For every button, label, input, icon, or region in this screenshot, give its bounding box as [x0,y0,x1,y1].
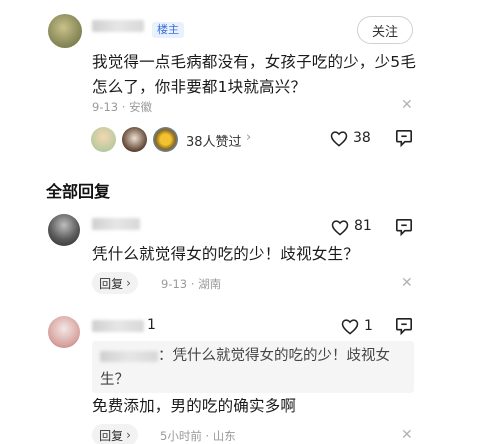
reply-text: 凭什么就觉得女的吃的少！歧视女生？ [92,245,359,263]
chevron-right-icon: › [126,428,131,442]
follow-button[interactable]: 关注 [357,16,413,44]
reply-like-count: 1 [364,318,373,334]
reply-button-label: 回复 [99,428,124,443]
section-title: 全部回复 [46,182,111,201]
reply-button-label: 回复 [99,276,124,291]
reply-avatar[interactable] [48,316,80,348]
reply-meta: 5小时前 · 山东 [160,429,236,443]
comment-icon[interactable] [395,317,413,336]
reply-location: 湖南 [198,277,222,291]
post-meta: 9-13 · 安徽 [92,100,153,114]
liker-avatar-1[interactable] [91,127,116,152]
like-icon[interactable] [330,130,348,147]
reply-text: 免费添加，男的吃的确实多啊 [92,397,297,415]
reply-button[interactable]: 回复 › [92,424,138,444]
reply-time: 5小时前 [160,429,202,443]
quoted-author-name [100,350,158,362]
like-icon[interactable] [331,219,349,236]
reply-author-name-suffix: 1 [147,317,156,333]
reply-location: 山东 [212,429,236,443]
post-date: 9-13 [92,100,119,114]
reply-date: 9-13 [161,277,188,291]
post-like-count: 38 [353,130,371,146]
comment-icon[interactable] [395,129,413,148]
reply-author-name[interactable] [92,320,144,332]
close-icon[interactable]: ✕ [401,275,413,291]
close-icon[interactable]: ✕ [401,97,413,113]
post-location: 安徽 [129,100,153,114]
post-text: 我觉得一点毛病都没有，女孩子吃的少，少5毛怎么了，你非要都1块就高兴？ [92,53,417,96]
author-badge: 楼主 [152,22,184,38]
reply-like-count: 81 [354,218,372,234]
comment-icon[interactable] [395,218,413,237]
post-author-avatar[interactable] [48,14,82,48]
reply-meta: 9-13 · 湖南 [161,277,222,291]
quoted-reply[interactable]: ：凭什么就觉得女的吃的少！歧视女生？ [92,341,414,393]
likes-summary-chevron-icon: › [246,130,252,145]
close-icon[interactable]: ✕ [401,427,413,443]
reply-author-name[interactable] [92,218,140,230]
chevron-right-icon: › [126,276,131,290]
reply-avatar[interactable] [48,214,80,246]
follow-label: 关注 [371,24,398,40]
post-author-name[interactable] [92,20,144,32]
liker-avatar-2[interactable] [122,127,147,152]
like-icon[interactable] [341,318,359,335]
likes-summary[interactable]: 38人赞过 [186,131,242,150]
reply-button[interactable]: 回复 › [92,272,138,294]
liker-avatar-3[interactable] [153,127,178,152]
